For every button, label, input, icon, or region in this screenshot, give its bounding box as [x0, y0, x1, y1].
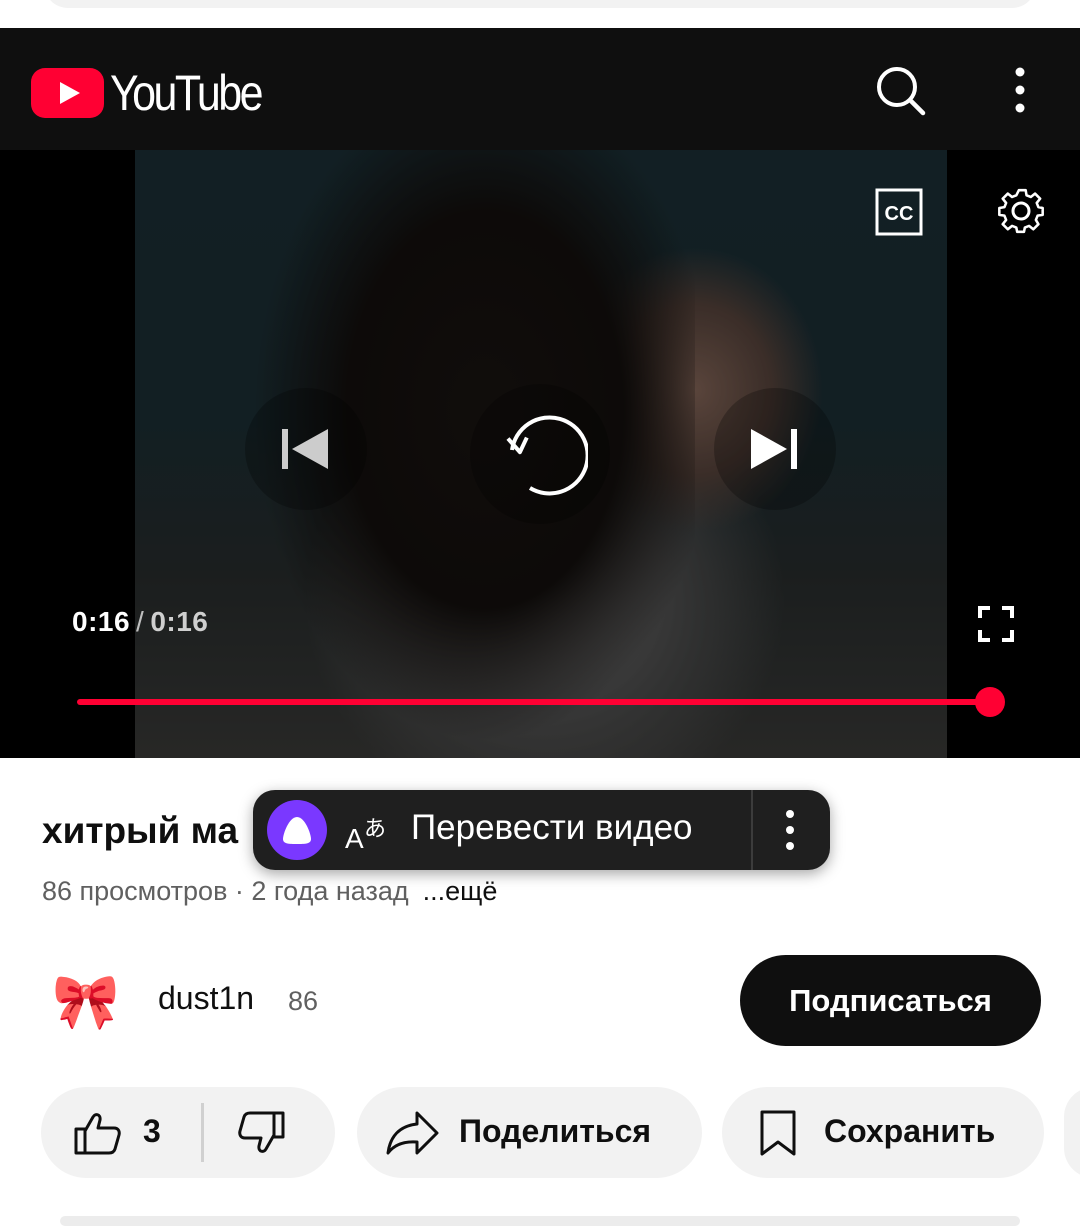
more-actions-chip[interactable] [1064, 1087, 1080, 1178]
avatar[interactable]: 🎀 [52, 970, 119, 1034]
more-vert-icon[interactable] [773, 808, 807, 852]
fullscreen-icon[interactable] [976, 604, 1016, 644]
previous-button[interactable] [245, 388, 367, 510]
share-button[interactable]: Поделиться [357, 1087, 702, 1178]
video-meta[interactable]: 86 просмотров · 2 года назад ...ещё [42, 876, 497, 907]
like-button[interactable]: 3 [41, 1087, 203, 1178]
previous-icon [282, 429, 328, 469]
translate-icon: A あ [345, 817, 386, 854]
svg-text:A: A [345, 823, 364, 854]
like-count: 3 [143, 1113, 161, 1149]
youtube-logo[interactable]: YouTube [31, 64, 285, 122]
top-strip [0, 0, 1080, 28]
replay-icon [506, 415, 588, 496]
logo-text: YouTube [110, 65, 264, 121]
views-and-date: 86 просмотров · 2 года назад [42, 876, 409, 906]
alice-logo-shape [283, 817, 311, 844]
youtube-play-logo-icon [31, 68, 104, 118]
svg-text:あ: あ [364, 817, 386, 842]
search-icon [877, 67, 926, 116]
browser-bar-edge [44, 0, 1036, 8]
next-section-edge [60, 1216, 1020, 1226]
next-icon [751, 429, 797, 469]
progress-bar[interactable] [77, 699, 990, 705]
replay-button[interactable] [470, 384, 610, 524]
channel-name[interactable]: dust1n [158, 980, 254, 1017]
duration: 0:16 [150, 606, 209, 637]
alice-icon[interactable] [267, 800, 327, 860]
share-label: Поделиться [459, 1113, 652, 1149]
more-link[interactable]: ...ещё [423, 876, 498, 906]
next-button[interactable] [714, 388, 836, 510]
share-icon [386, 1111, 439, 1155]
dislike-button[interactable] [204, 1087, 335, 1178]
more-vert-icon [1015, 67, 1025, 113]
translate-video-popup[interactable]: A あ Перевести видео [253, 790, 830, 870]
current-time: 0:16 [72, 606, 131, 637]
time-display: 0:16/0:16 [72, 606, 208, 638]
search-button[interactable] [870, 60, 930, 120]
thumbs-down-icon [238, 1111, 285, 1153]
svg-text:CC: CC [885, 203, 914, 225]
video-title[interactable]: хитрый ма [42, 810, 238, 852]
save-label: Сохранить [824, 1113, 996, 1149]
time-separator: / [136, 606, 145, 637]
header-menu-button[interactable] [990, 60, 1050, 120]
subscribe-button[interactable]: Подписаться [740, 955, 1041, 1046]
popup-divider [751, 790, 753, 870]
video-player[interactable]: CC 0:16/0:16 [0, 150, 1080, 758]
closed-captions-icon[interactable]: CC [875, 188, 923, 236]
progress-scrubber[interactable] [975, 687, 1005, 717]
thumbs-up-icon [74, 1113, 121, 1155]
settings-gear-icon[interactable] [993, 183, 1049, 239]
save-button[interactable]: Сохранить [722, 1087, 1044, 1178]
bookmark-icon [760, 1110, 796, 1156]
translate-label: Перевести видео [411, 808, 693, 847]
subscriber-count: 86 [288, 986, 319, 1016]
like-dislike-chip: 3 [41, 1087, 335, 1178]
